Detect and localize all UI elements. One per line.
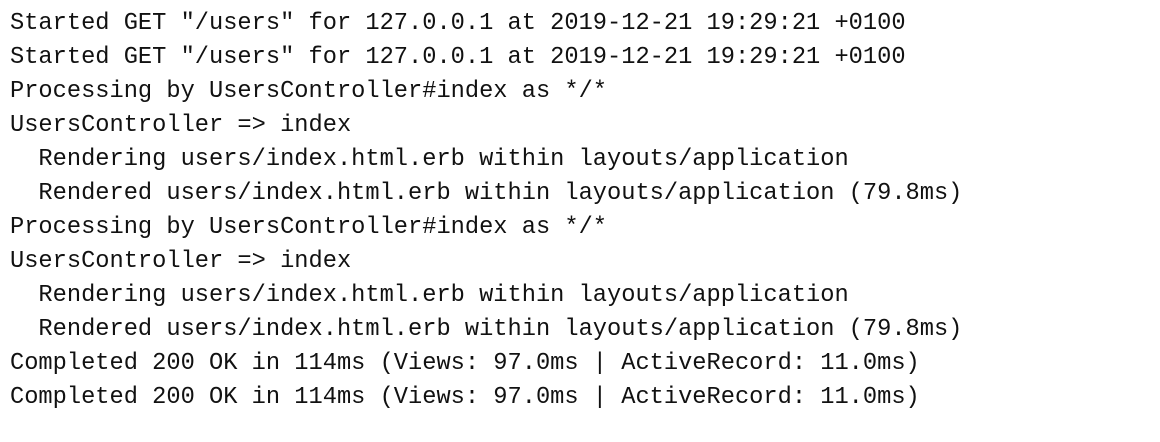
log-line: Completed 200 OK in 114ms (Views: 97.0ms… (10, 384, 920, 411)
log-line: Completed 200 OK in 114ms (Views: 97.0ms… (10, 350, 920, 377)
log-line: UsersController => index (10, 248, 352, 275)
log-line: Started GET "/users" for 127.0.0.1 at 20… (10, 44, 906, 71)
log-line: Rendering users/index.html.erb within la… (10, 282, 849, 309)
terminal-log-output: Started GET "/users" for 127.0.0.1 at 20… (0, 0, 1160, 415)
log-line: Started GET "/users" for 127.0.0.1 at 20… (10, 10, 906, 37)
log-line: Rendering users/index.html.erb within la… (10, 146, 849, 173)
log-line: Processing by UsersController#index as *… (10, 78, 608, 105)
log-line: Rendered users/index.html.erb within lay… (10, 180, 963, 207)
log-line: Rendered users/index.html.erb within lay… (10, 316, 963, 343)
log-line: UsersController => index (10, 112, 352, 139)
log-line: Processing by UsersController#index as *… (10, 214, 608, 241)
